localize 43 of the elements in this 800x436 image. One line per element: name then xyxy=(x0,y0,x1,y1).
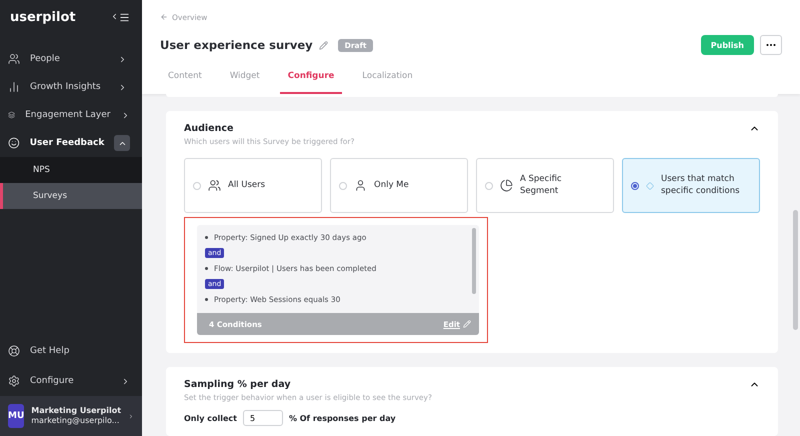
section-title: Sampling % per day xyxy=(184,379,292,390)
pie-chart-icon xyxy=(500,179,513,192)
settings-icon xyxy=(8,375,20,387)
account-name: Marketing Userpilot xyxy=(31,406,122,416)
section-title: Audience xyxy=(184,123,234,134)
smiley-icon xyxy=(8,137,20,149)
account-email: marketing@userpilo... xyxy=(31,416,120,426)
audience-option[interactable]: Users that match specific conditions xyxy=(622,158,760,213)
back-arrow-icon xyxy=(160,13,168,21)
edit-icon[interactable] xyxy=(318,40,328,50)
page-scrollbar[interactable] xyxy=(793,210,798,330)
people-icon xyxy=(8,53,20,65)
collect-suffix: % Of responses per day xyxy=(288,414,396,422)
audience-option[interactable]: A Specific Segment xyxy=(476,158,614,213)
survey-title: User experience survey xyxy=(160,38,313,52)
nav-subitem[interactable]: NPS xyxy=(0,157,142,183)
help-icon xyxy=(8,345,20,357)
percent-input[interactable]: 5 xyxy=(242,410,283,426)
logo: userpilot xyxy=(10,10,76,25)
nav-subitem[interactable]: Surveys xyxy=(0,183,142,209)
collect-label: Only collect xyxy=(184,414,237,422)
expand-toggle[interactable] xyxy=(114,135,130,151)
more-button[interactable] xyxy=(760,35,782,55)
nav-item[interactable]: User Feedback xyxy=(0,129,142,157)
nav-item[interactable]: Get Help xyxy=(0,336,142,366)
radio-button[interactable] xyxy=(631,182,639,190)
pencil-icon xyxy=(463,320,471,328)
audience-option[interactable]: Only Me xyxy=(330,158,468,213)
group-icon xyxy=(208,179,221,192)
collapse-icon[interactable] xyxy=(110,12,130,23)
user-icon xyxy=(354,179,367,192)
bar-chart-icon xyxy=(8,81,20,93)
scrollbar-thumb[interactable] xyxy=(472,228,476,294)
avatar: MU xyxy=(8,404,24,428)
nav-item[interactable]: People xyxy=(0,45,142,73)
chevron-right-icon xyxy=(121,376,130,386)
nav-item[interactable]: Growth Insights xyxy=(0,73,142,101)
layers-icon xyxy=(8,109,16,121)
diamond-icon xyxy=(646,182,654,190)
chevron-right-icon xyxy=(128,412,134,420)
audience-option[interactable]: All Users xyxy=(184,158,322,213)
nav-item[interactable]: Engagement Layer xyxy=(0,101,142,129)
nav-item[interactable]: Configure xyxy=(0,366,142,396)
